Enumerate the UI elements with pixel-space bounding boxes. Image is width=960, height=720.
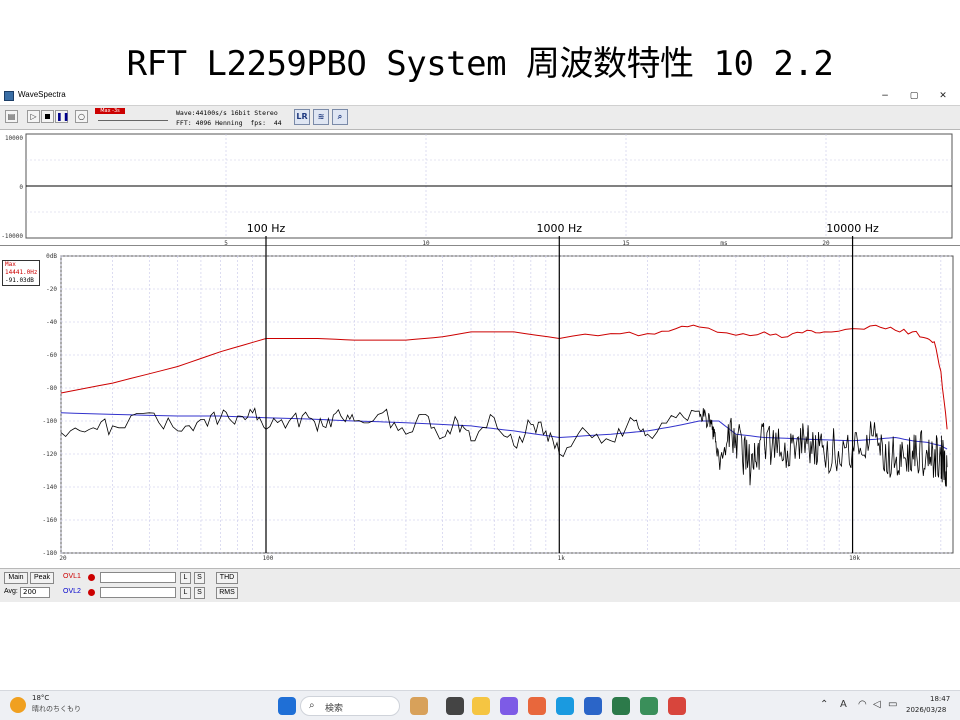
search-icon: ⌕ bbox=[309, 700, 315, 711]
x-tick-label: 20 bbox=[59, 555, 67, 562]
level-meter-1 bbox=[100, 572, 176, 583]
y-tick-label: -100 bbox=[43, 418, 58, 425]
y-tick-label: -80 bbox=[46, 385, 57, 392]
frequency-marker-label: 10000 Hz bbox=[826, 222, 879, 235]
play-icon[interactable]: ▷ bbox=[27, 110, 40, 123]
y-tick-label: 0dB bbox=[46, 253, 57, 260]
ovl2-label: OVL2 bbox=[63, 588, 81, 595]
task-view-icon[interactable] bbox=[446, 697, 464, 715]
lr-toggle-icon[interactable]: LR bbox=[294, 109, 310, 125]
start-icon[interactable] bbox=[278, 697, 296, 715]
avg-select[interactable]: 200 bbox=[20, 587, 50, 598]
main-button[interactable]: Main bbox=[4, 572, 28, 584]
ime-indicator[interactable]: A bbox=[840, 699, 847, 710]
x-tick-label: 10k bbox=[849, 555, 860, 562]
y-tick-label: -160 bbox=[43, 517, 58, 524]
open-file-icon[interactable]: ▤ bbox=[5, 110, 18, 123]
wavespectra-window: WaveSpectra − ▢ ✕ ▤ ▷ ❚❚ ○ Max -3s Wave:… bbox=[0, 88, 960, 720]
frequency-marker-label: 1000 Hz bbox=[537, 222, 583, 235]
max-label: Max bbox=[5, 261, 16, 268]
l-button-1[interactable]: L bbox=[180, 572, 191, 584]
media-app-icon[interactable] bbox=[668, 697, 686, 715]
wave-y-tick: 10000 bbox=[5, 135, 23, 142]
max-readout: Max 14441.0Hz -91.03dB bbox=[2, 260, 40, 286]
wavespectra-taskbar-icon[interactable] bbox=[612, 697, 630, 715]
copilot-icon[interactable] bbox=[500, 697, 518, 715]
level-indicator: Max -3s bbox=[95, 108, 125, 114]
maximize-button[interactable]: ▢ bbox=[899, 88, 929, 104]
position-slider[interactable] bbox=[98, 120, 168, 121]
wave-x-tick: 5 bbox=[224, 240, 228, 246]
tray-chevron-icon[interactable]: ⌃ bbox=[820, 699, 828, 710]
thd-button[interactable]: THD bbox=[216, 572, 238, 584]
pause-icon[interactable]: ❚❚ bbox=[55, 110, 69, 123]
level-meter-2 bbox=[100, 587, 176, 598]
max-frequency: 14441.0Hz bbox=[5, 269, 38, 276]
avg-label: Avg: bbox=[4, 588, 18, 595]
clock-date[interactable]: 2026/03/28 bbox=[906, 706, 946, 714]
control-panel: Main Peak Avg: 200 OVL1 L S OVL2 L S THD… bbox=[0, 568, 960, 602]
file-explorer-icon[interactable] bbox=[472, 697, 490, 715]
y-tick-label: -140 bbox=[43, 484, 58, 491]
app-taskbar-icon[interactable] bbox=[640, 697, 658, 715]
title-bar[interactable]: WaveSpectra − ▢ ✕ bbox=[0, 88, 960, 104]
wave-x-tick: 20 bbox=[822, 240, 830, 246]
y-tick-label: -40 bbox=[46, 319, 57, 326]
window-title: WaveSpectra bbox=[18, 90, 66, 99]
search-placeholder: 検索 bbox=[325, 704, 344, 714]
toolbar: ▤ ▷ ❚❚ ○ Max -3s Wave:44100s/s 16bit Ste… bbox=[0, 105, 960, 130]
chrome-icon[interactable] bbox=[528, 697, 546, 715]
y-tick-label: -20 bbox=[46, 286, 57, 293]
minimize-button[interactable]: − bbox=[870, 88, 900, 104]
x-tick-label: 100 bbox=[263, 555, 274, 562]
wave-x-unit: ms bbox=[720, 240, 728, 246]
wifi-icon[interactable]: ◠ bbox=[858, 699, 867, 710]
l-button-2[interactable]: L bbox=[180, 587, 191, 599]
search-box[interactable]: ⌕ 検索 bbox=[300, 696, 400, 716]
magnifier-icon[interactable]: ⌕ bbox=[332, 109, 348, 125]
slide-title: RFT L2259PBO System 周波数特性 10 2.2 bbox=[126, 44, 834, 84]
taskbar: 18°C 晴れのちくもり ⌕ 検索 ⌃ A ◠ ◁ ▭ 18:47 2026/0… bbox=[0, 690, 960, 720]
spectrum-settings-icon[interactable]: ≋ bbox=[313, 109, 329, 125]
y-tick-label: -60 bbox=[46, 352, 57, 359]
battery-icon[interactable]: ▭ bbox=[888, 699, 897, 710]
waveform-panel: 10000 0 -10000 5 10 15 ms 20 bbox=[0, 132, 960, 247]
s-button-2[interactable]: S bbox=[194, 587, 205, 599]
wave-y-tick: 0 bbox=[19, 184, 23, 191]
ovl1-label: OVL1 bbox=[63, 573, 81, 580]
store-icon[interactable] bbox=[584, 697, 602, 715]
fft-settings-info[interactable]: FFT: 4096 Henning fps: 44 bbox=[176, 119, 282, 127]
weather-icon[interactable] bbox=[10, 697, 26, 713]
app-icon bbox=[4, 91, 14, 101]
wave-x-tick: 15 bbox=[622, 240, 630, 246]
spectrum-panel: 0dB -20 -40 -60 -80 -100 -120 -140 -160 -180 20 10… bbox=[0, 222, 960, 564]
rms-button[interactable]: RMS bbox=[216, 587, 238, 599]
clock-time[interactable]: 18:47 bbox=[930, 695, 950, 703]
x-tick-label: 1k bbox=[558, 555, 566, 562]
widget-icon[interactable] bbox=[410, 697, 428, 715]
stop-icon[interactable] bbox=[41, 110, 54, 123]
max-level: -91.03dB bbox=[5, 277, 34, 284]
speaker-icon[interactable]: ◁ bbox=[873, 699, 881, 710]
spectrum-chart[interactable]: 0dB -20 -40 -60 -80 -100 -120 -140 -160 -180 20 10… bbox=[0, 222, 960, 564]
close-button[interactable]: ✕ bbox=[928, 88, 958, 104]
peak-button[interactable]: Peak bbox=[30, 572, 54, 584]
y-tick-label: -120 bbox=[43, 451, 58, 458]
record-icon[interactable]: ○ bbox=[75, 110, 88, 123]
ovl2-indicator bbox=[88, 589, 95, 596]
wave-format-info: Wave:44100s/s 16bit Stereo bbox=[176, 109, 278, 117]
wave-y-tick: -10000 bbox=[1, 233, 23, 240]
frequency-marker-label: 100 Hz bbox=[247, 222, 286, 235]
weather-temperature[interactable]: 18°C bbox=[32, 694, 49, 702]
weather-description[interactable]: 晴れのちくもり bbox=[32, 704, 81, 714]
ovl1-indicator bbox=[88, 574, 95, 581]
s-button-1[interactable]: S bbox=[194, 572, 205, 584]
edge-icon[interactable] bbox=[556, 697, 574, 715]
wave-x-tick: 10 bbox=[422, 240, 430, 246]
y-tick-label: -180 bbox=[43, 550, 58, 557]
